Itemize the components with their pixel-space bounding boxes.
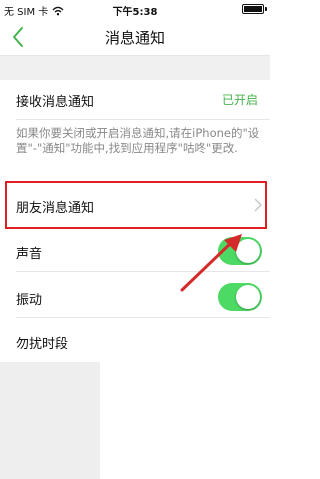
sound-label: 声音 (16, 247, 43, 262)
battery-fill (244, 6, 262, 12)
notice-text: 如果你要关闭或开启消息通知,请在iPhone的"设置"-"通知"功能中,找到应用… (16, 126, 260, 155)
highlight-box (5, 181, 267, 229)
section-spacer (0, 56, 270, 80)
receive-notifications-label: 接收消息通知 (16, 95, 95, 110)
receive-notifications-row[interactable]: 接收消息通知 已开启 (0, 80, 270, 120)
do-not-disturb-row[interactable]: 勿扰时段 (0, 322, 270, 362)
status-bar: 无 SIM 卡 下午5:38 (0, 0, 270, 18)
battery-icon (242, 4, 267, 14)
annotation-arrow (180, 234, 242, 292)
battery-cap (265, 7, 267, 11)
page-title: 消息通知 (104, 29, 165, 47)
receive-notifications-status: 已开启 (221, 93, 258, 107)
do-not-disturb-label: 勿扰时段 (16, 337, 69, 352)
vibrate-label: 振动 (16, 293, 43, 308)
status-time: 下午5:38 (112, 7, 158, 18)
nav-bar: 消息通知 (0, 18, 270, 56)
background-panel (0, 360, 100, 479)
